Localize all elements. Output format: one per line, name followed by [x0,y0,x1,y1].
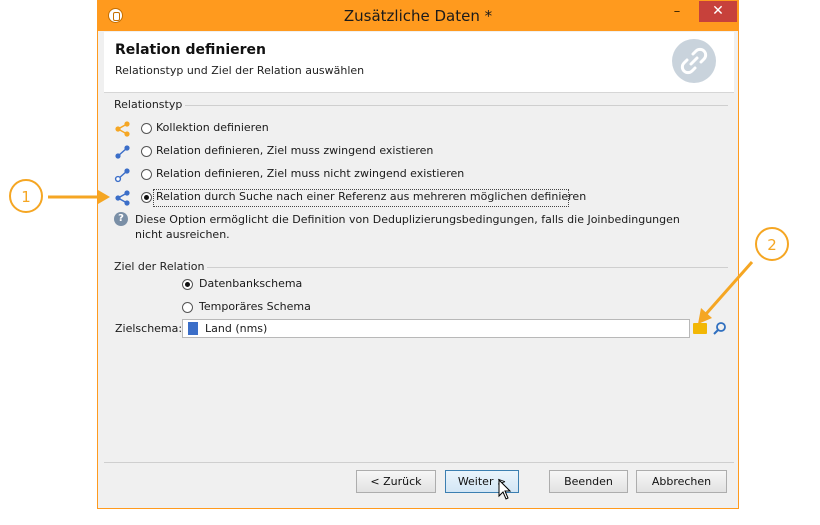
group-divider [183,105,728,106]
multi-reference-icon [115,190,130,206]
title-bar[interactable]: Zusätzliche Daten * – ✕ [98,1,738,31]
option-label: Temporäres Schema [199,300,311,313]
schema-document-icon [188,322,198,335]
page-subtitle: Relationstyp und Ziel der Relation auswä… [115,64,365,77]
radio-temporary-schema[interactable] [182,302,193,313]
radio-database-schema[interactable] [182,279,193,290]
target-schema-field[interactable]: Land (nms) [182,319,690,338]
option-collection[interactable]: Kollektion definieren [114,120,514,140]
target-schema-label: Zielschema: [115,322,183,335]
radio-relation-mandatory[interactable] [141,146,152,157]
wizard-header: Relation definieren Relationstyp und Zie… [104,32,734,93]
option-label: Datenbankschema [199,277,303,290]
window-title: Zusätzliche Daten * [343,7,493,25]
target-schema-value: Land (nms) [205,322,268,335]
footer-divider [104,462,734,463]
callout-1: 1 [9,179,43,213]
relation-type-label: Relationstyp [114,98,186,111]
relation-optional-icon [114,168,130,183]
radio-multi-reference[interactable] [141,192,152,203]
collection-icon [115,121,130,137]
target-label: Ziel der Relation [114,260,208,273]
radio-relation-optional[interactable] [141,169,152,180]
close-button[interactable]: ✕ [699,1,737,22]
help-icon: ? [114,212,128,226]
callout-2: 2 [755,227,789,261]
cancel-button[interactable]: Abbrechen [636,470,727,493]
finish-button[interactable]: Beenden [549,470,628,493]
dialog-window: Zusätzliche Daten * – ✕ Relation definie… [97,0,739,509]
minimize-button[interactable]: – [663,1,691,22]
callout-1-arrow [48,190,110,204]
option-label: Relation definieren, Ziel muss nicht zwi… [156,167,465,180]
option-multi-reference[interactable]: Relation durch Suche nach einer Referenz… [114,189,586,209]
radio-collection[interactable] [141,123,152,134]
link-icon [672,39,716,83]
callout-2-arrow [698,261,754,324]
mouse-cursor-icon [498,479,512,500]
option-relation-optional[interactable]: Relation definieren, Ziel muss nicht zwi… [114,166,514,186]
option-label: Relation definieren, Ziel muss zwingend … [156,144,434,157]
option-label: Relation durch Suche nach einer Referenz… [156,190,587,203]
option-relation-mandatory[interactable]: Relation definieren, Ziel muss zwingend … [114,143,514,163]
option-label: Kollektion definieren [156,121,269,134]
back-button[interactable]: < Zurück [356,470,436,493]
group-divider [202,267,728,268]
page-title: Relation definieren [115,42,266,58]
info-text: Diese Option ermöglicht die Definition v… [135,213,680,241]
option-temporary-schema[interactable]: Temporäres Schema [182,299,382,319]
relation-icon [115,145,130,159]
option-database-schema[interactable]: Datenbankschema [182,276,382,296]
